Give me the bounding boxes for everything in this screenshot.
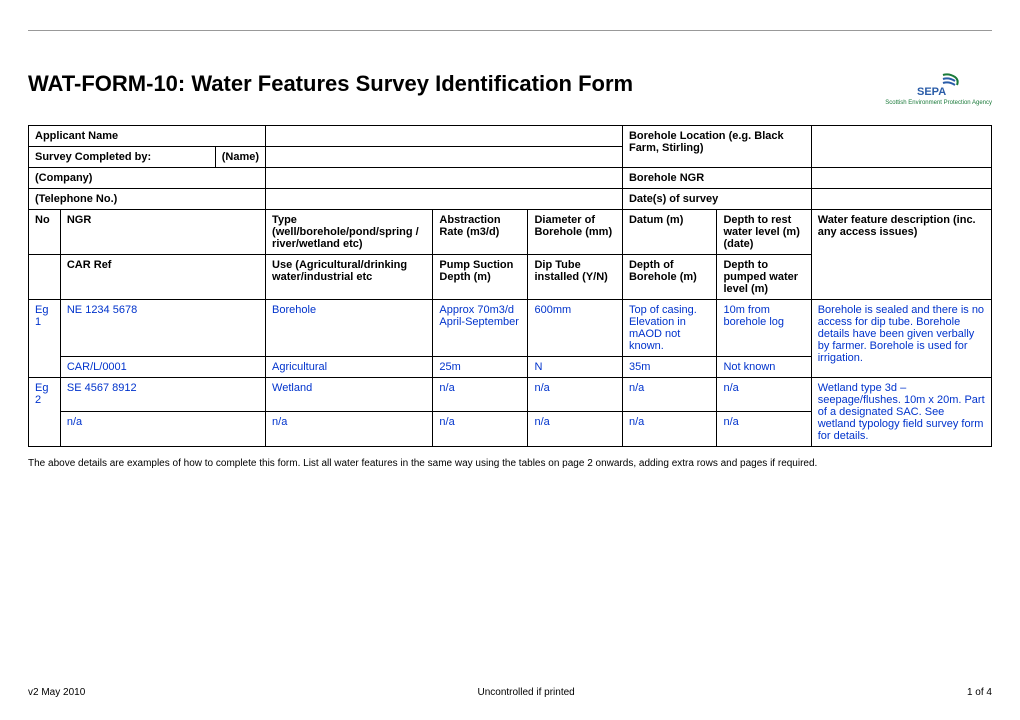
table-row: Eg 2 SE 4567 8912 Wetland n/a n/a n/a n/… [29,377,992,412]
label-dates: Date(s) of survey [622,188,811,209]
eg2-use: n/a [266,412,433,447]
col-description: Water feature description (inc. any acce… [811,209,991,299]
page-title: WAT-FORM-10: Water Features Survey Ident… [28,71,633,97]
footer: v2 May 2010 Uncontrolled if printed 1 of… [28,687,992,698]
eg1-abstraction: Approx 70m3/d April-September [433,299,528,356]
label-company: (Company) [29,167,266,188]
eg1-car-ref: CAR/L/0001 [60,356,265,377]
eg1-ngr: NE 1234 5678 [60,299,265,356]
input-borehole-location[interactable] [811,125,991,167]
eg2-no: Eg 2 [29,377,61,446]
col-use: Use (Agricultural/drinking water/industr… [266,254,433,299]
input-dates[interactable] [811,188,991,209]
sepa-logo-sub: Scottish Environment Protection Agency [885,100,992,107]
eg2-depth-rest: n/a [717,377,811,412]
eg2-pump: n/a [433,412,528,447]
label-borehole-location: Borehole Location (e.g. Black Farm, Stir… [622,125,811,167]
label-survey-by: Survey Completed by: [29,146,216,167]
eg2-desc: Wetland type 3d – seepage/flushes. 10m x… [811,377,991,446]
input-surveyer-name[interactable] [266,146,623,167]
col-no: No [29,209,61,254]
label-borehole-ngr: Borehole NGR [622,167,811,188]
table-row: Eg 1 NE 1234 5678 Borehole Approx 70m3/d… [29,299,992,356]
input-borehole-ngr[interactable] [811,167,991,188]
eg2-abstraction: n/a [433,377,528,412]
eg1-no: Eg 1 [29,299,61,377]
eg1-type: Borehole [266,299,433,356]
col-datum: Datum (m) [622,209,716,254]
label-telephone: (Telephone No.) [29,188,266,209]
eg1-pump: 25m [433,356,528,377]
label-name: (Name) [215,146,265,167]
blank [29,254,61,299]
eg2-type: Wetland [266,377,433,412]
col-depth-bore: Depth of Borehole (m) [622,254,716,299]
svg-text:SEPA: SEPA [917,86,946,98]
input-company[interactable] [266,167,623,188]
eg1-depth-bore: 35m [622,356,716,377]
eg2-depth-bore: n/a [622,412,716,447]
col-ngr: NGR [60,209,265,254]
col-pump: Pump Suction Depth (m) [433,254,528,299]
eg2-depth-pumped: n/a [717,412,811,447]
form-table: Applicant Name Borehole Location (e.g. B… [28,125,992,447]
col-dip-tube: Dip Tube installed (Y/N) [528,254,622,299]
eg1-use: Agricultural [266,356,433,377]
sepa-logo-icon: SEPA [915,71,963,99]
col-diameter: Diameter of Borehole (mm) [528,209,622,254]
label-applicant: Applicant Name [29,125,266,146]
eg1-datum: Top of casing. Elevation in mAOD not kno… [622,299,716,356]
top-rule [28,30,992,31]
eg2-car-ref: n/a [60,412,265,447]
eg1-dip-tube: N [528,356,622,377]
col-car-ref: CAR Ref [60,254,265,299]
footer-right: 1 of 4 [967,687,992,698]
input-telephone[interactable] [266,188,623,209]
sepa-logo: SEPA Scottish Environment Protection Age… [885,71,992,107]
eg2-datum: n/a [622,377,716,412]
header: WAT-FORM-10: Water Features Survey Ident… [28,71,992,107]
eg2-diameter: n/a [528,377,622,412]
eg1-diameter: 600mm [528,299,622,356]
col-depth-rest: Depth to rest water level (m) (date) [717,209,811,254]
eg2-dip-tube: n/a [528,412,622,447]
footer-center: Uncontrolled if printed [477,687,574,698]
footnote: The above details are examples of how to… [28,457,992,470]
eg1-desc: Borehole is sealed and there is no acces… [811,299,991,377]
footer-left: v2 May 2010 [28,687,85,698]
input-applicant[interactable] [266,125,623,146]
eg1-depth-rest: 10m from borehole log [717,299,811,356]
col-abstraction: Abstraction Rate (m3/d) [433,209,528,254]
eg1-depth-pumped: Not known [717,356,811,377]
col-type: Type (well/borehole/pond/spring / river/… [266,209,433,254]
col-depth-pumped: Depth to pumped water level (m) [717,254,811,299]
eg2-ngr: SE 4567 8912 [60,377,265,412]
